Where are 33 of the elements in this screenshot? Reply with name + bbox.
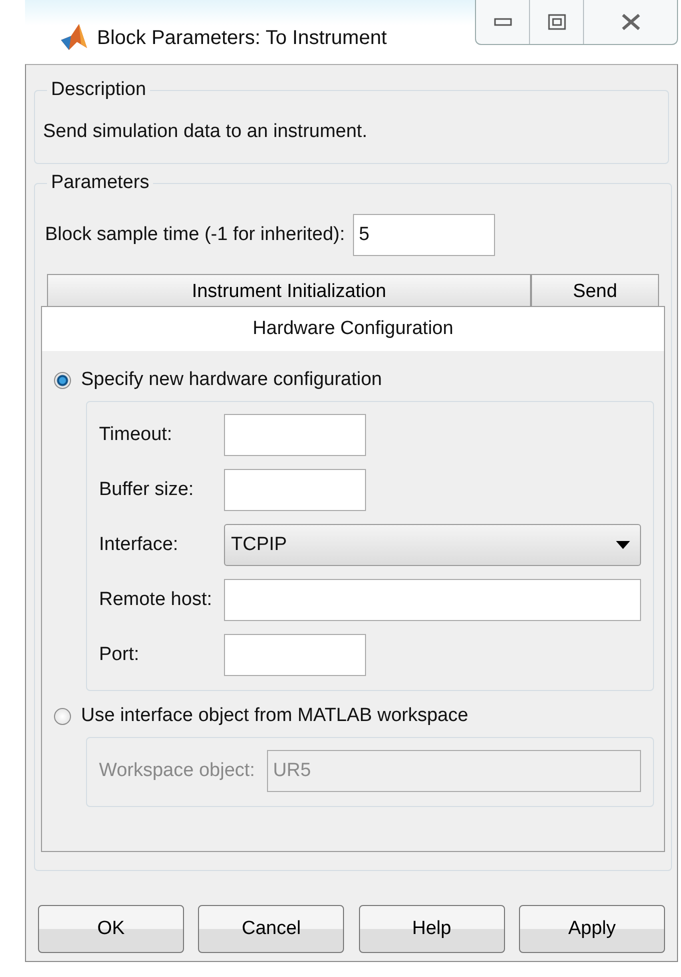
dialog-button[interactable]: Apply <box>518 905 665 953</box>
input-field[interactable] <box>224 634 366 676</box>
dialog-button[interactable]: Help <box>358 905 505 953</box>
close-icon <box>620 14 640 30</box>
minimize-icon <box>494 18 512 26</box>
group-legend: Description <box>47 79 150 101</box>
field-label: Workspace object: <box>99 760 255 782</box>
description-text: Send simulation data to an instrument. <box>43 121 368 143</box>
field-label: Remote host: <box>99 589 212 611</box>
field-label: Buffer size: <box>99 479 195 501</box>
window-title: Block Parameters: To Instrument <box>97 26 387 50</box>
group-legend: Parameters <box>47 172 154 194</box>
field-label: Block sample time (-1 for inherited): <box>45 224 345 246</box>
tab[interactable]: Send <box>531 274 659 306</box>
input-field[interactable] <box>224 414 366 456</box>
tab[interactable]: Instrument Initialization <box>47 274 531 306</box>
interface-dropdown[interactable]: TCPIP <box>224 524 641 566</box>
dialog-button[interactable]: Cancel <box>198 905 344 953</box>
dialog-button[interactable]: OK <box>38 905 184 953</box>
input-field[interactable] <box>224 469 366 511</box>
maximize-icon <box>548 14 566 30</box>
field-label: Interface: <box>99 534 180 556</box>
dropdown-value: TCPIP <box>231 534 287 556</box>
panel-title: Hardware Configuration <box>42 307 664 351</box>
radio-label: Use interface object from MATLAB workspace <box>81 705 468 727</box>
field-label: Timeout: <box>99 424 174 446</box>
input-field[interactable] <box>224 579 641 621</box>
caret-icon <box>616 541 630 549</box>
sample-time-field[interactable]: 5 <box>352 214 495 256</box>
radio-label: Specify new hardware configuration <box>81 369 382 391</box>
peak-logo-icon <box>59 22 89 52</box>
field-label: Port: <box>99 644 140 666</box>
radio-button[interactable] <box>54 372 71 388</box>
